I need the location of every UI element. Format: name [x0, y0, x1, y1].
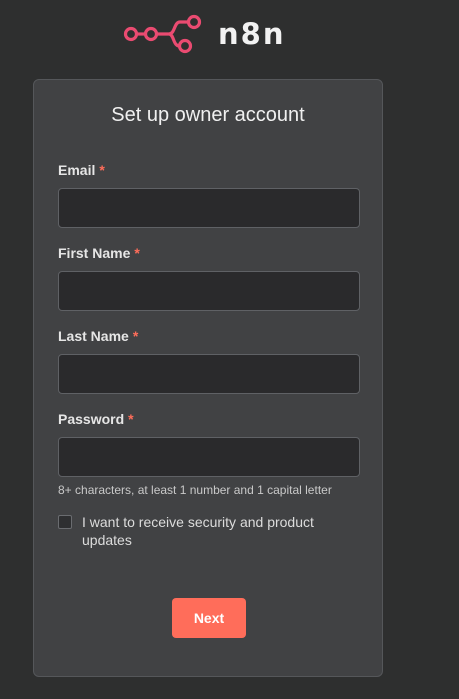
setup-owner-card: Set up owner account Email * First Name * …	[33, 79, 383, 677]
required-marker: *	[99, 162, 105, 178]
email-input[interactable]	[58, 188, 360, 228]
first-name-input[interactable]	[58, 271, 360, 311]
next-button[interactable]: Next	[172, 598, 246, 638]
updates-opt-in-checkbox[interactable]	[58, 515, 72, 529]
required-marker: *	[128, 411, 134, 427]
email-label: Email *	[58, 162, 105, 178]
password-hint: 8+ characters, at least 1 number and 1 c…	[58, 483, 332, 497]
last-name-label: Last Name *	[58, 328, 139, 344]
password-input[interactable]	[58, 437, 360, 477]
app-logo: n8n	[123, 14, 285, 54]
n8n-nodes-logo-icon	[123, 14, 203, 54]
first-name-label: First Name *	[58, 245, 140, 261]
required-marker: *	[132, 328, 139, 344]
brand-name: n8n	[218, 17, 286, 51]
password-label: Password *	[58, 411, 134, 427]
required-marker: *	[134, 245, 140, 261]
page-title: Set up owner account	[111, 104, 305, 126]
updates-opt-in-label[interactable]: I want to receive security and product u…	[82, 513, 357, 549]
last-name-input[interactable]	[58, 354, 360, 394]
